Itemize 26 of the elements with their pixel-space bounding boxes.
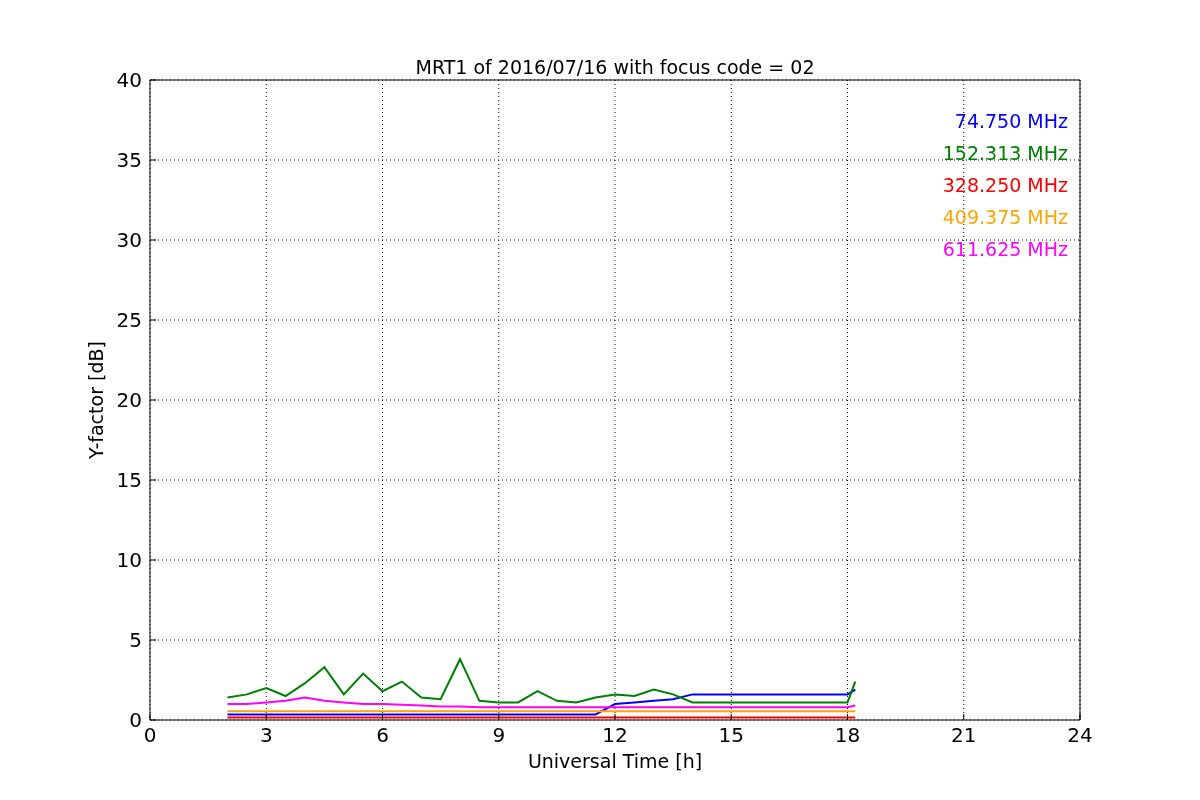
x-tick-label: 0 xyxy=(143,723,157,747)
y-tick-label: 5 xyxy=(129,628,142,652)
chart-title: MRT1 of 2016/07/16 with focus code = 02 xyxy=(415,56,815,78)
x-tick-label: 9 xyxy=(492,723,506,747)
y-tick-label: 35 xyxy=(116,148,142,172)
y-axis-label: Y-factor [dB] xyxy=(85,341,107,459)
y-tick-label: 25 xyxy=(116,308,142,332)
y-tick-label: 30 xyxy=(116,228,142,252)
legend-label: 74.750 MHz xyxy=(954,110,1068,132)
x-tick-label: 3 xyxy=(259,723,273,747)
legend-label: 409.375 MHz xyxy=(942,206,1068,228)
legend-label: 152.313 MHz xyxy=(942,142,1068,164)
y-tick-label: 0 xyxy=(129,708,142,732)
y-tick-label: 40 xyxy=(116,68,142,92)
x-tick-label: 24 xyxy=(1067,723,1093,747)
y-tick-label: 10 xyxy=(116,548,142,572)
x-tick-label: 18 xyxy=(834,723,861,747)
x-tick-label: 12 xyxy=(602,723,628,747)
legend-label: 328.250 MHz xyxy=(942,174,1068,196)
x-axis-label: Universal Time [h] xyxy=(527,750,703,772)
legend-label: 611.625 MHz xyxy=(942,238,1068,260)
x-tick-label: 21 xyxy=(951,723,977,747)
x-tick-label: 15 xyxy=(718,723,744,747)
y-tick-label: 15 xyxy=(116,468,142,492)
y-tick-label: 20 xyxy=(116,388,142,412)
x-tick-label: 6 xyxy=(376,723,389,747)
